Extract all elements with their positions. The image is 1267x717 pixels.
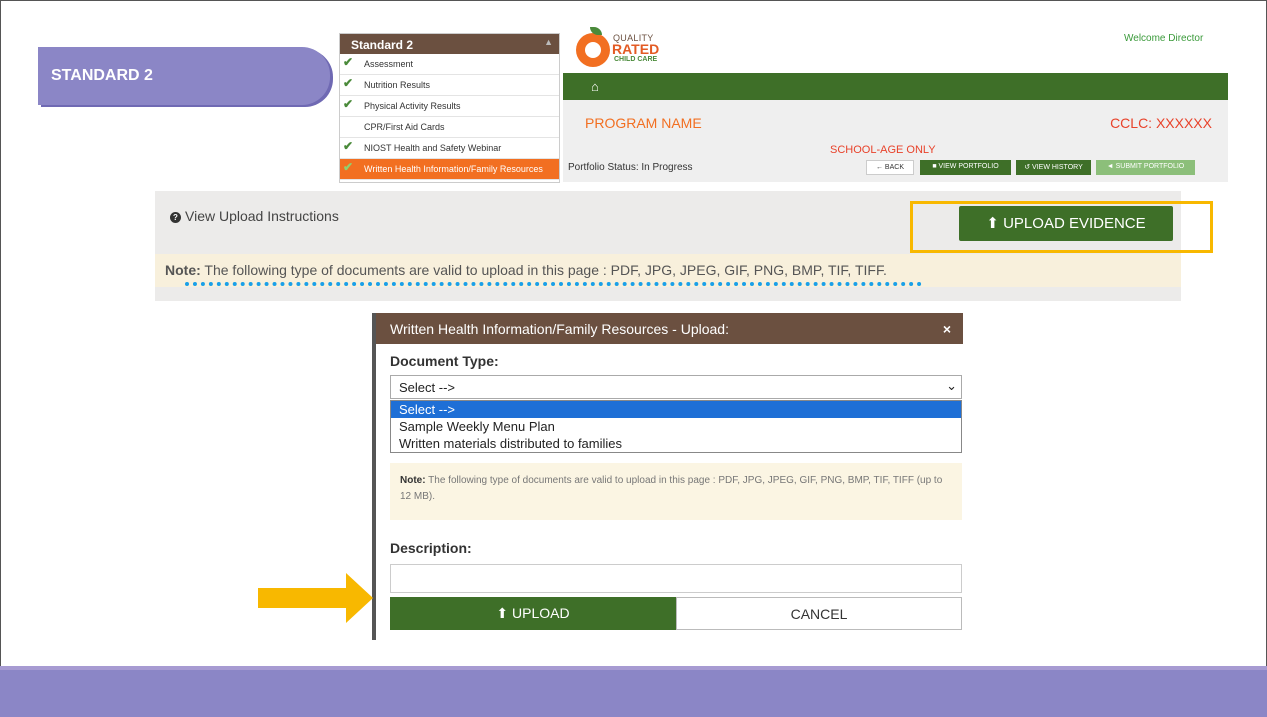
close-icon[interactable]: × xyxy=(943,321,951,337)
sidebar-item-cpr-first-aid-cards[interactable]: CPR/First Aid Cards xyxy=(340,117,559,138)
note-text: The following type of documents are vali… xyxy=(200,262,887,278)
document-type-selected: Select --> xyxy=(399,380,455,395)
checkmark-icon: ✔ xyxy=(343,139,354,153)
chevron-down-icon: ⌄ xyxy=(946,378,957,393)
document-type-label: Document Type: xyxy=(390,353,499,369)
description-label: Description: xyxy=(390,540,472,556)
logo-q-mark xyxy=(576,33,610,67)
sidebar-item-written-health-information[interactable]: ✔ Written Health Information/Family Reso… xyxy=(340,159,559,180)
cancel-button[interactable]: CANCEL xyxy=(676,597,962,630)
logo-text-rated: RATED xyxy=(612,41,660,57)
sidebar-item-label: Written Health Information/Family Resour… xyxy=(364,164,543,174)
back-button[interactable]: ← BACK xyxy=(866,160,914,175)
modal-title: Written Health Information/Family Resour… xyxy=(390,321,729,337)
sidebar-item-label: Physical Activity Results xyxy=(364,101,461,111)
option-select[interactable]: Select --> xyxy=(391,401,961,418)
modal-note-label: Note: xyxy=(400,475,426,486)
standard-sidebar-menu: Standard 2 ▲ ✔ Assessment ✔ Nutrition Re… xyxy=(339,33,560,183)
modal-header: Written Health Information/Family Resour… xyxy=(376,313,963,344)
slide-footer-bar xyxy=(0,666,1267,717)
upload-icon: ⬆ xyxy=(496,605,509,621)
view-upload-instructions-label: View Upload Instructions xyxy=(185,208,339,224)
cclc-number: CCLC: XXXXXX xyxy=(1110,115,1212,131)
document-type-select[interactable]: Select --> ⌄ xyxy=(390,375,962,399)
sidebar-item-niost-webinar[interactable]: ✔ NIOST Health and Safety Webinar xyxy=(340,138,559,159)
pointer-arrow xyxy=(258,573,373,623)
option-sample-weekly-menu-plan[interactable]: Sample Weekly Menu Plan xyxy=(391,418,961,435)
slide-title-tab: STANDARD 2 xyxy=(38,47,330,105)
sidebar-item-nutrition-results[interactable]: ✔ Nutrition Results xyxy=(340,75,559,96)
checkmark-icon: ✔ xyxy=(343,160,354,174)
sidebar-header[interactable]: Standard 2 ▲ xyxy=(340,34,559,54)
program-info-panel: PROGRAM NAME CCLC: XXXXXX SCHOOL-AGE ONL… xyxy=(563,100,1228,182)
note-underline-dots xyxy=(185,282,922,286)
collapse-icon[interactable]: ▲ xyxy=(544,37,553,47)
quality-rated-logo: QUALITY RATED CHILD CARE xyxy=(576,27,686,73)
option-written-materials[interactable]: Written materials distributed to familie… xyxy=(391,435,961,452)
document-type-options: Select --> Sample Weekly Menu Plan Writt… xyxy=(390,400,962,453)
logo-text-child-care: CHILD CARE xyxy=(614,56,658,63)
modal-note: Note: The following type of documents ar… xyxy=(390,463,962,520)
checkmark-icon: ✔ xyxy=(343,97,354,111)
sidebar-header-title: Standard 2 xyxy=(351,38,414,52)
view-portfolio-button[interactable]: ■ VIEW PORTFOLIO xyxy=(920,160,1011,175)
note-label: Note: xyxy=(165,262,201,278)
sidebar-item-label: Assessment xyxy=(364,59,414,69)
portfolio-status: Portfolio Status: In Progress xyxy=(568,162,693,173)
sidebar-item-assessment[interactable]: ✔ Assessment xyxy=(340,54,559,75)
view-history-button[interactable]: ↺ VIEW HISTORY xyxy=(1016,160,1091,175)
welcome-text: Welcome Director xyxy=(1124,33,1204,44)
sidebar-item-label: CPR/First Aid Cards xyxy=(364,122,445,132)
school-age-label: SCHOOL-AGE ONLY xyxy=(830,144,936,156)
upload-modal: Written Health Information/Family Resour… xyxy=(372,313,963,640)
top-nav-bar: ⌂ xyxy=(563,73,1228,100)
checkmark-icon: ✔ xyxy=(343,55,354,69)
slide-title: STANDARD 2 xyxy=(51,67,153,84)
upload-evidence-highlight-box xyxy=(910,201,1213,253)
description-input[interactable] xyxy=(390,564,962,593)
sidebar-item-label: NIOST Health and Safety Webinar xyxy=(364,143,502,153)
sidebar-item-physical-activity-results[interactable]: ✔ Physical Activity Results xyxy=(340,96,559,117)
submit-portfolio-button[interactable]: ◄ SUBMIT PORTFOLIO xyxy=(1096,160,1195,175)
question-circle-icon: ? xyxy=(170,212,181,223)
upload-button[interactable]: ⬆ UPLOAD xyxy=(390,597,676,630)
home-icon[interactable]: ⌂ xyxy=(591,79,599,94)
checkmark-icon: ✔ xyxy=(343,76,354,90)
modal-note-text: The following type of documents are vali… xyxy=(400,475,943,502)
upload-label: UPLOAD xyxy=(512,605,570,621)
view-upload-instructions-link[interactable]: ? View Upload Instructions xyxy=(170,208,339,224)
program-name: PROGRAM NAME xyxy=(585,115,702,131)
sidebar-item-label: Nutrition Results xyxy=(364,80,431,90)
